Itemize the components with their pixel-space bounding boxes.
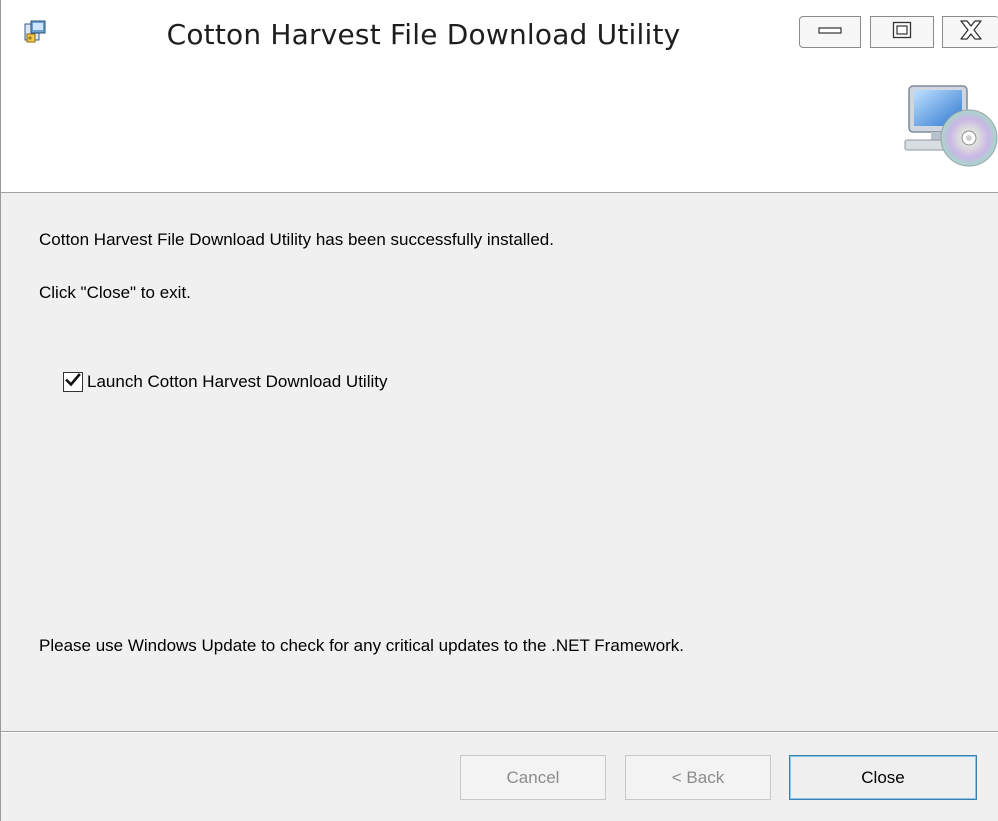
- footer-divider-highlight: [1, 732, 998, 733]
- launch-checkbox[interactable]: [63, 372, 83, 392]
- header-banner: [1, 76, 998, 192]
- close-icon: [958, 19, 984, 46]
- installer-window: Cotton Harvest File Download Utility Cot…: [0, 0, 998, 821]
- title-bar[interactable]: Cotton Harvest File Download Utility: [1, 0, 998, 76]
- banner-divider: [1, 192, 998, 193]
- checkmark-icon: [65, 372, 81, 393]
- back-button[interactable]: < Back: [625, 755, 771, 800]
- maximize-icon: [892, 21, 912, 44]
- computer-cd-icon: [901, 80, 998, 172]
- success-message: Cotton Harvest File Download Utility has…: [39, 230, 554, 249]
- close-window-button[interactable]: [942, 16, 998, 48]
- maximize-button[interactable]: [870, 16, 934, 48]
- cancel-button[interactable]: Cancel: [460, 755, 606, 800]
- launch-checkbox-label[interactable]: Launch Cotton Harvest Download Utility: [87, 372, 387, 392]
- window-title: Cotton Harvest File Download Utility: [166, 18, 681, 51]
- exit-instruction: Click "Close" to exit.: [39, 283, 191, 302]
- update-notice: Please use Windows Update to check for a…: [39, 636, 685, 655]
- launch-checkbox-row[interactable]: Launch Cotton Harvest Download Utility: [63, 372, 387, 392]
- minimize-icon: [818, 23, 842, 41]
- close-button[interactable]: Close: [789, 755, 977, 800]
- minimize-button[interactable]: [799, 16, 861, 48]
